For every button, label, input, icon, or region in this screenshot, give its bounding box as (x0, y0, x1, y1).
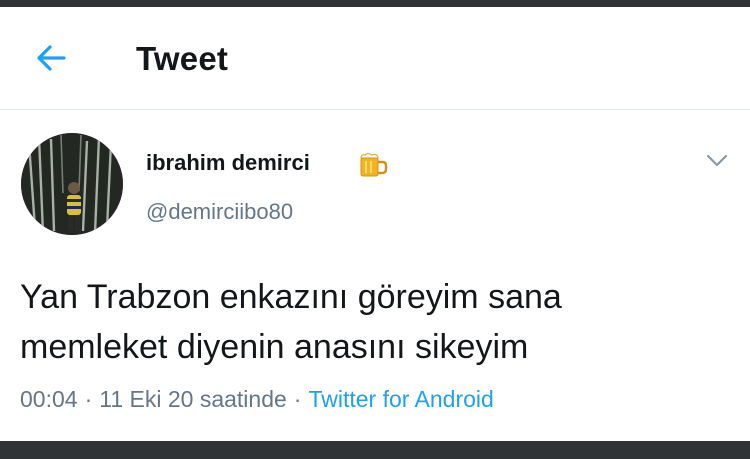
tweet-menu-button[interactable] (704, 150, 730, 172)
meta-separator: · (84, 386, 93, 412)
meta-separator: · (293, 386, 302, 412)
tweet-text-line: memleket diyenin anasını sikeyim (20, 328, 529, 366)
author-handle[interactable]: @demirciibo80 (146, 199, 293, 225)
tweet-text: Yan Trabzon enkazını göreyim sana memlek… (20, 272, 730, 372)
tweet-meta: 00:04 · 11 Eki 20 saatinde · Twitter for And… (20, 386, 494, 413)
top-frame-strip (0, 0, 750, 7)
tweet-date: 11 Eki 20 saatinde (99, 386, 287, 412)
bottom-frame-strip (0, 441, 750, 459)
back-button[interactable] (30, 37, 72, 79)
arrow-left-icon (37, 45, 66, 71)
app-header: Tweet (0, 7, 750, 109)
page-title: Tweet (136, 40, 229, 77)
header-divider (0, 109, 750, 110)
author-name[interactable]: ibrahim demirci (146, 150, 310, 176)
tweet-time: 00:04 (20, 386, 78, 412)
tweet-text-line: Yan Trabzon enkazını göreyim sana (20, 278, 562, 316)
chevron-down-icon (706, 154, 728, 167)
beer-mug-icon (360, 153, 388, 177)
tweet-source-link[interactable]: Twitter for Android (308, 386, 493, 412)
avatar[interactable] (21, 133, 123, 235)
